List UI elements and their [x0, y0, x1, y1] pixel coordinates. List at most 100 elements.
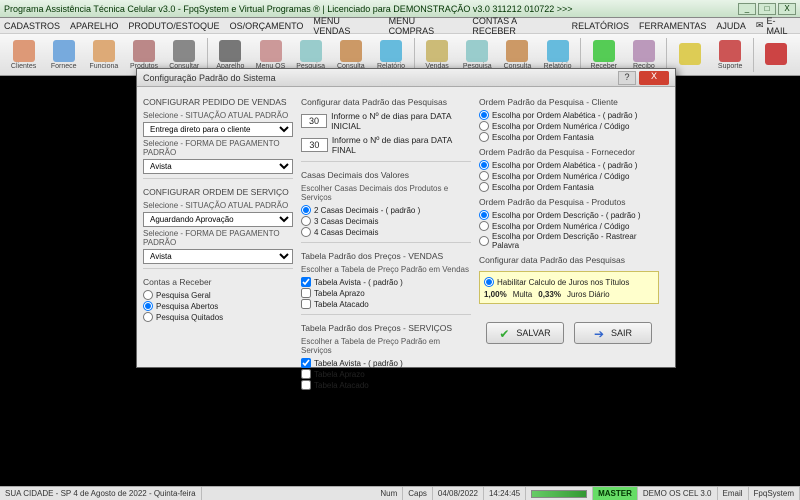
status-fpq[interactable]: FpqSystem: [749, 487, 800, 500]
for-radio[interactable]: [479, 182, 489, 192]
contas-radio[interactable]: [143, 290, 153, 300]
pedido-vendas-header: CONFIGURAR PEDIDO DE VENDAS: [143, 97, 293, 107]
prod-radio[interactable]: [479, 236, 489, 246]
cli-radio[interactable]: [479, 132, 489, 142]
situacao-select[interactable]: Entrega direto para o cliente: [143, 122, 293, 137]
prod-radio[interactable]: [479, 221, 489, 231]
toolbar-icon: [173, 40, 195, 62]
forma-pgto-select[interactable]: Avista: [143, 159, 293, 174]
menu-item[interactable]: APARELHO: [70, 21, 118, 31]
salvar-button[interactable]: ✔ SALVAR: [486, 322, 564, 344]
maximize-button[interactable]: □: [758, 3, 776, 15]
forma-pgto-label: Selecione - FORMA DE PAGAMENTO PADRÃO: [143, 139, 293, 157]
toolbar-clientes[interactable]: Clientes: [4, 36, 43, 74]
toolbar-icon: [633, 40, 655, 62]
contas-receber-header: Contas a Receber: [143, 277, 293, 287]
servicos-tab-check[interactable]: [301, 380, 311, 390]
toolbar-icon: [219, 40, 241, 62]
status-demo: DEMO OS CEL 3.0: [638, 487, 718, 500]
toolbar-icon: [765, 43, 787, 65]
tabela-servicos-sub: Escolher a Tabela de Preço Padrão em Ser…: [301, 337, 471, 355]
tabela-vendas-header: Tabela Padrão dos Preços - VENDAS: [301, 251, 471, 261]
tabela-vendas-sub: Escolher a Tabela de Preço Padrão em Ven…: [301, 265, 471, 274]
toolbar-icon: [426, 40, 448, 62]
toolbar-icon: [93, 40, 115, 62]
servicos-tab-check[interactable]: [301, 369, 311, 379]
menu-item[interactable]: MENU VENDAS: [313, 16, 378, 36]
vendas-tab-label: Tabela Avista - ( padrão ): [314, 278, 403, 287]
servicos-tab-label: Tabela Avista - ( padrão ): [314, 359, 403, 368]
config-dialog: Configuração Padrão do Sistema ? X CONFI…: [136, 68, 676, 368]
os-forma-label: Selecione - FORMA DE PAGAMENTO PADRÃO: [143, 229, 293, 247]
toolbar-icon: [719, 40, 741, 62]
sair-label: SAIR: [611, 328, 632, 338]
servicos-tab-check[interactable]: [301, 358, 311, 368]
toolbar-icon[interactable]: [757, 36, 796, 74]
email-menu[interactable]: E-MAIL: [766, 16, 796, 36]
casas-label: 3 Casas Decimais: [314, 217, 378, 226]
situacao-label: Selecione - SITUAÇÃO ATUAL PADRÃO: [143, 111, 293, 120]
habilitar-juros-label: Habilitar Calculo de Juros nos Títulos: [497, 278, 629, 287]
for-label: Escolha por Ordem Numérica / Código: [492, 172, 629, 181]
contas-radio[interactable]: [143, 312, 153, 322]
toolbar-icon[interactable]: [670, 36, 709, 74]
cli-label: Escolha por Ordem Alabética - ( padrão ): [492, 111, 637, 120]
progress-bar: [531, 490, 587, 498]
vendas-tab-check[interactable]: [301, 288, 311, 298]
menu-item[interactable]: CADASTROS: [4, 21, 60, 31]
casas-header: Casas Decimais dos Valores: [301, 170, 471, 180]
minimize-button[interactable]: _: [738, 3, 756, 15]
toolbar-funciona[interactable]: Funciona: [84, 36, 123, 74]
os-forma-select[interactable]: Avista: [143, 249, 293, 264]
status-num: Num: [375, 487, 403, 500]
casas-radio[interactable]: [301, 216, 311, 226]
juros-diario-label: Juros Diário: [567, 290, 610, 299]
casas-radio[interactable]: [301, 227, 311, 237]
juros-header: Configurar data Padrão das Pesquisas: [479, 255, 659, 265]
ordem-cliente-header: Ordem Padrão da Pesquisa - Cliente: [479, 97, 659, 107]
contas-label: Pesquisa Abertos: [156, 302, 218, 311]
status-email[interactable]: Email: [718, 487, 749, 500]
for-radio[interactable]: [479, 160, 489, 170]
menu-item[interactable]: MENU COMPRAS: [389, 16, 463, 36]
status-time: 14:24:45: [484, 487, 526, 500]
toolbar-fornece[interactable]: Fornece: [44, 36, 83, 74]
menu-item[interactable]: FERRAMENTAS: [639, 21, 706, 31]
toolbar-label: Funciona: [89, 63, 118, 70]
dialog-close-button[interactable]: X: [639, 71, 669, 85]
cli-radio[interactable]: [479, 110, 489, 120]
status-date: 04/08/2022: [433, 487, 484, 500]
toolbar-suporte[interactable]: Suporte: [711, 36, 750, 74]
prod-label: Escolha por Ordem Descrição - Rastrear P…: [492, 232, 659, 250]
cli-radio[interactable]: [479, 121, 489, 131]
os-situacao-select[interactable]: Aguardando Aprovação: [143, 212, 293, 227]
arrow-icon: ➔: [594, 327, 606, 339]
toolbar-icon: [133, 40, 155, 62]
dialog-help-button[interactable]: ?: [618, 71, 636, 85]
prod-radio[interactable]: [479, 210, 489, 220]
menu-item[interactable]: PRODUTO/ESTOQUE: [128, 21, 219, 31]
dias-final-value[interactable]: 30: [301, 138, 328, 152]
contas-radio[interactable]: [143, 301, 153, 311]
for-radio[interactable]: [479, 171, 489, 181]
habilitar-juros-radio[interactable]: [484, 277, 494, 287]
menu-item[interactable]: RELATÓRIOS: [572, 21, 629, 31]
for-label: Escolha por Ordem Fantasia: [492, 183, 594, 192]
pesquisa-data-header: Configurar data Padrão das Pesquisas: [301, 97, 471, 107]
contas-label: Pesquisa Geral: [156, 291, 211, 300]
check-icon: ✔: [499, 327, 511, 339]
dias-inicial-value[interactable]: 30: [301, 114, 327, 128]
toolbar-icon: [340, 40, 362, 62]
dias-inicial-label: Informe o Nº de dias para DATA INICIAL: [331, 111, 471, 131]
close-button[interactable]: X: [778, 3, 796, 15]
casas-radio[interactable]: [301, 205, 311, 215]
menu-item[interactable]: CONTAS A RECEBER: [472, 16, 561, 36]
menu-item[interactable]: AJUDA: [716, 21, 746, 31]
menu-item[interactable]: OS/ORÇAMENTO: [230, 21, 304, 31]
vendas-tab-label: Tabela Atacado: [314, 300, 369, 309]
cli-label: Escolha por Ordem Numérica / Código: [492, 122, 629, 131]
vendas-tab-check[interactable]: [301, 277, 311, 287]
vendas-tab-check[interactable]: [301, 299, 311, 309]
sair-button[interactable]: ➔ SAIR: [574, 322, 652, 344]
for-label: Escolha por Ordem Alabética - ( padrão ): [492, 161, 637, 170]
